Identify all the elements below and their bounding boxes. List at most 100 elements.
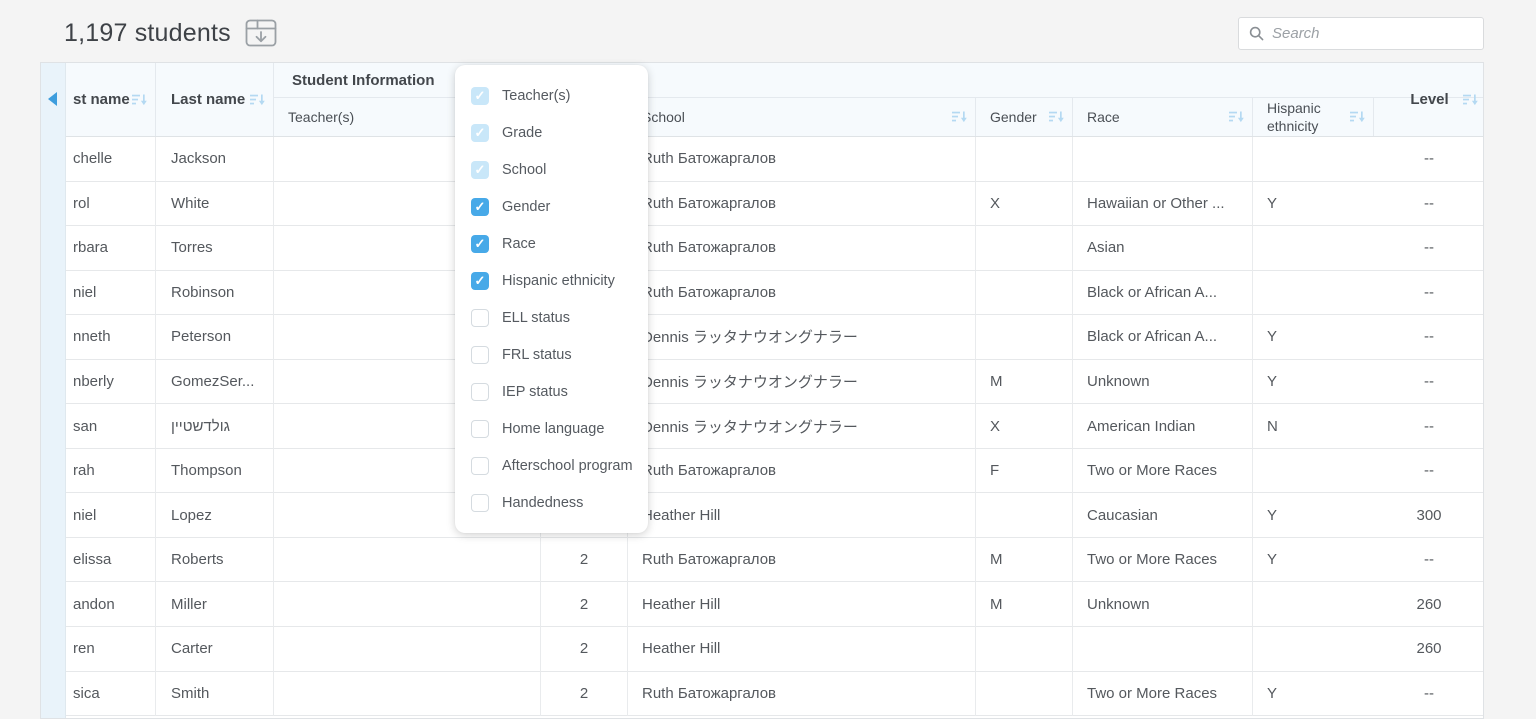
checkbox[interactable] (471, 235, 489, 253)
cell-hispanic: Y (1253, 182, 1374, 227)
column-menu-item[interactable]: Handedness (455, 484, 648, 521)
column-menu-item-label: Race (502, 236, 536, 252)
cell-gender: M (976, 582, 1073, 627)
cell-teachers (274, 672, 541, 717)
cell-gender (976, 226, 1073, 271)
column-menu-item-label: Hispanic ethnicity (502, 273, 615, 289)
cell-gender (976, 315, 1073, 360)
sort-descending-icon[interactable] (1229, 111, 1245, 124)
export-table-button[interactable] (245, 18, 277, 48)
cell-hispanic: Y (1253, 360, 1374, 405)
table-body: chelle Jackson Ruth Батожаргалов -- rol … (66, 137, 1484, 718)
cell-level: -- (1374, 226, 1484, 271)
cell-gender: M (976, 360, 1073, 405)
cell-hispanic (1253, 137, 1374, 182)
cell-gender (976, 672, 1073, 717)
cell-first-name: rol (66, 182, 156, 227)
cell-hispanic: Y (1253, 672, 1374, 717)
cell-level: -- (1374, 360, 1484, 405)
column-menu-item-label: Handedness (502, 495, 583, 511)
column-menu-item[interactable]: Grade (455, 114, 648, 151)
cell-last-name: Miller (156, 582, 274, 627)
checkbox[interactable] (471, 198, 489, 216)
column-menu-item[interactable]: Race (455, 225, 648, 262)
students-page: 1,197 students (0, 0, 1536, 719)
cell-hispanic: Y (1253, 315, 1374, 360)
cell-hispanic (1253, 226, 1374, 271)
cell-hispanic: Y (1253, 493, 1374, 538)
search-icon (1249, 26, 1264, 41)
cell-school: Dennis ラッタナウオングナラー (628, 315, 976, 360)
column-header-first-name[interactable]: st name (66, 63, 156, 136)
checkbox[interactable] (471, 346, 489, 364)
column-visibility-menu: Teacher(s) Grade School Gender Race (455, 65, 648, 533)
sort-descending-icon[interactable] (1463, 93, 1479, 106)
cell-school: Heather Hill (628, 582, 976, 627)
column-menu-item[interactable]: Hispanic ethnicity (455, 262, 648, 299)
cell-last-name: Lopez (156, 493, 274, 538)
checkbox[interactable] (471, 457, 489, 475)
column-header-last-name[interactable]: Last name (156, 63, 274, 136)
column-menu-item[interactable]: School (455, 151, 648, 188)
cell-first-name: nberly (66, 360, 156, 405)
cell-race: Two or More Races (1073, 672, 1253, 717)
cell-last-name: Robinson (156, 271, 274, 316)
cell-level: -- (1374, 182, 1484, 227)
sort-descending-icon[interactable] (250, 93, 266, 106)
checkbox[interactable] (471, 494, 489, 512)
cell-grade: 2 (541, 672, 628, 717)
checkbox[interactable] (471, 309, 489, 327)
cell-level: -- (1374, 538, 1484, 583)
cell-level: 260 (1374, 627, 1484, 672)
cell-level: -- (1374, 137, 1484, 182)
cell-first-name: elissa (66, 538, 156, 583)
cell-hispanic (1253, 449, 1374, 494)
column-header-level[interactable]: Level (1374, 63, 1484, 136)
cell-last-name: Torres (156, 226, 274, 271)
page-header: 1,197 students (64, 18, 277, 48)
sort-descending-icon[interactable] (1049, 111, 1065, 124)
column-menu-item[interactable]: Afterschool program (455, 447, 648, 484)
sort-descending-icon[interactable] (132, 93, 148, 106)
cell-first-name: chelle (66, 137, 156, 182)
column-menu-item[interactable]: Home language (455, 410, 648, 447)
cell-hispanic (1253, 627, 1374, 672)
collapse-left-icon[interactable] (48, 92, 57, 106)
sort-descending-icon[interactable] (1350, 111, 1366, 124)
cell-hispanic (1253, 271, 1374, 316)
column-menu-item[interactable]: Teacher(s) (455, 77, 648, 114)
cell-race (1073, 137, 1253, 182)
column-menu-item[interactable]: ELL status (455, 299, 648, 336)
cell-race: American Indian (1073, 404, 1253, 449)
search-box[interactable] (1238, 17, 1484, 50)
cell-school: Ruth Батожаргалов (628, 137, 976, 182)
cell-hispanic (1253, 582, 1374, 627)
cell-race: Two or More Races (1073, 449, 1253, 494)
column-menu-item[interactable]: IEP status (455, 373, 648, 410)
column-menu-item[interactable]: FRL status (455, 336, 648, 373)
cell-last-name: Roberts (156, 538, 274, 583)
cell-school: Ruth Батожаргалов (628, 271, 976, 316)
checkbox[interactable] (471, 161, 489, 179)
cell-school: Dennis ラッタナウオングナラー (628, 404, 976, 449)
cell-last-name: Carter (156, 627, 274, 672)
cell-gender (976, 137, 1073, 182)
column-header-hispanic-ethnicity[interactable]: Hispanic ethnicity (1253, 98, 1374, 136)
cell-gender (976, 493, 1073, 538)
student-count-title: 1,197 students (64, 19, 231, 48)
column-header-school[interactable]: School (628, 98, 976, 136)
cell-race: Caucasian (1073, 493, 1253, 538)
column-menu-item-label: ELL status (502, 310, 570, 326)
cell-first-name: nneth (66, 315, 156, 360)
checkbox[interactable] (471, 87, 489, 105)
column-menu-item[interactable]: Gender (455, 188, 648, 225)
search-input[interactable] (1272, 25, 1473, 42)
checkbox[interactable] (471, 420, 489, 438)
checkbox[interactable] (471, 124, 489, 142)
sort-descending-icon[interactable] (952, 111, 968, 124)
column-header-gender[interactable]: Gender (976, 98, 1073, 136)
cell-teachers (274, 582, 541, 627)
checkbox[interactable] (471, 272, 489, 290)
checkbox[interactable] (471, 383, 489, 401)
column-header-race[interactable]: Race (1073, 98, 1253, 136)
